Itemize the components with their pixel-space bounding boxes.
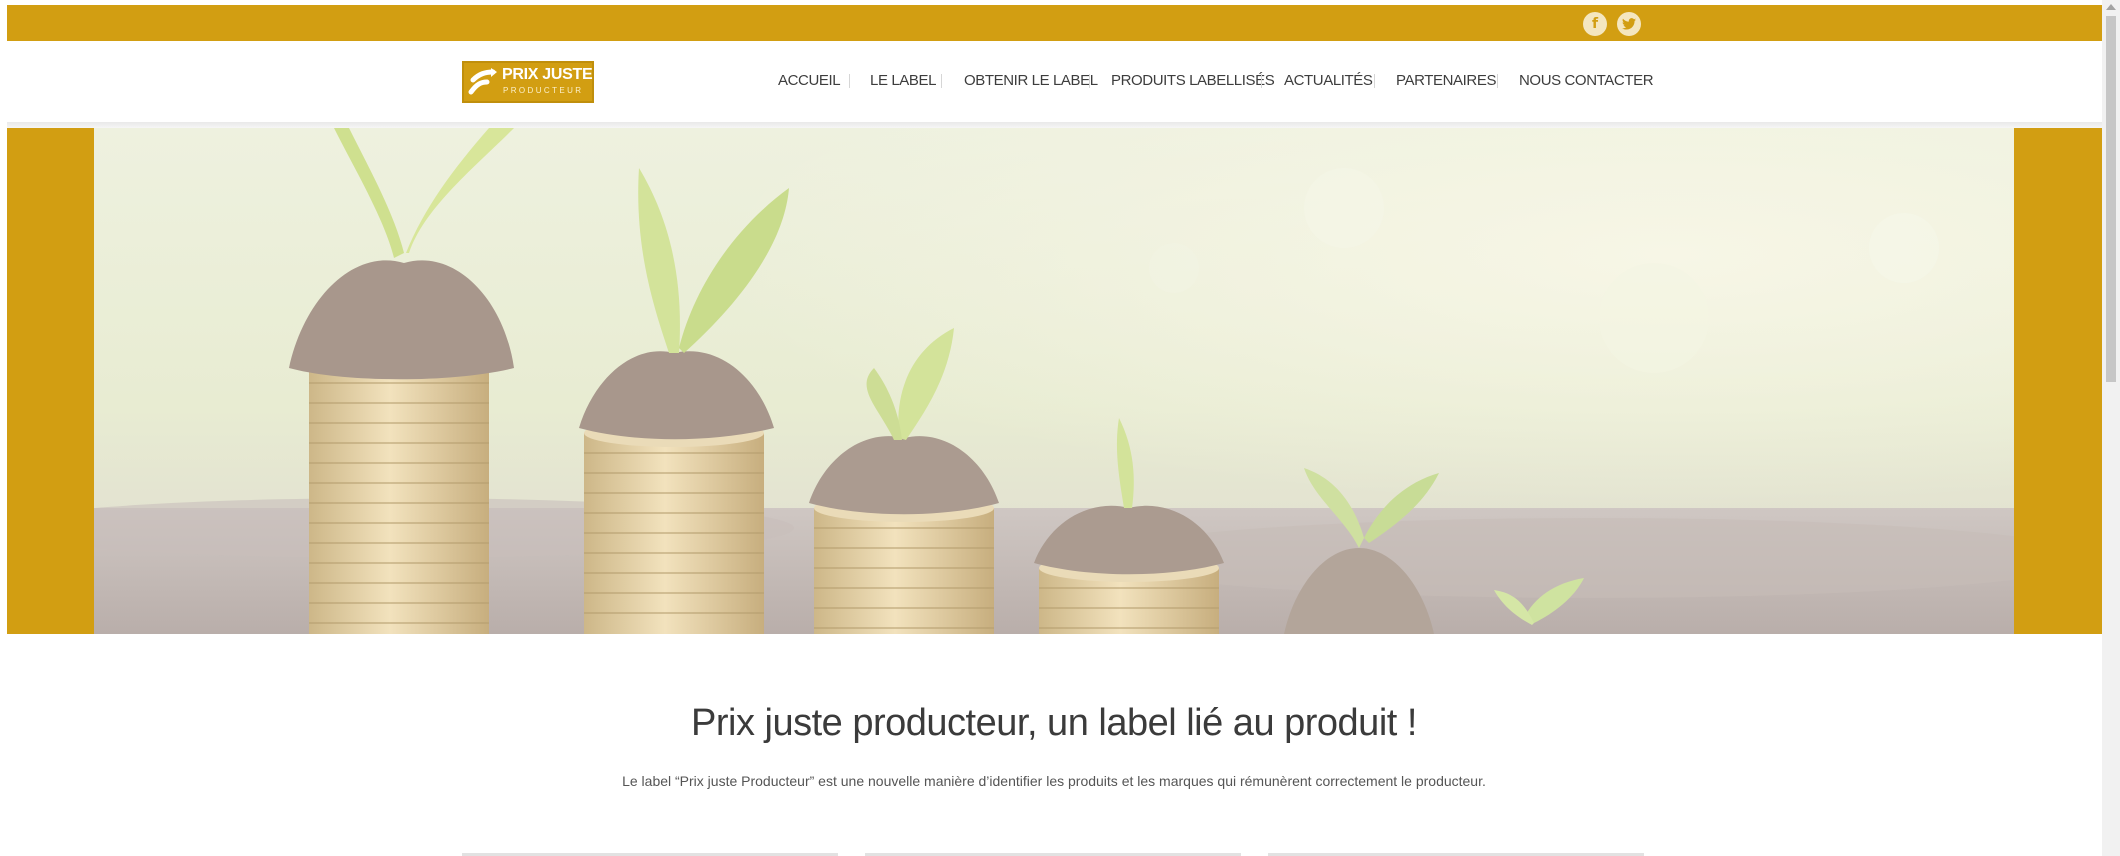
main-nav: ACCUEIL LE LABEL OBTENIR LE LABEL PRODUI… — [7, 41, 2102, 123]
scrollbar-thumb[interactable] — [2106, 16, 2116, 382]
nav-item-accueil[interactable]: ACCUEIL — [778, 71, 841, 91]
nav-separator — [1089, 74, 1090, 88]
site-header: PRIX JUSTE PRODUCTEUR ACCUEIL LE LABEL O… — [7, 41, 2102, 123]
nav-item-actualites[interactable]: ACTUALITÉS — [1284, 71, 1373, 91]
page-title: Prix juste producteur, un label lié au p… — [691, 702, 1417, 744]
hero-banner — [7, 128, 2102, 634]
scroll-up-icon[interactable] — [2106, 4, 2116, 10]
coins-plants-illustration — [94, 128, 2014, 634]
nav-item-produits-labellises[interactable]: PRODUITS LABELLISÉS — [1111, 71, 1275, 91]
nav-item-nous-contacter[interactable]: NOUS CONTACTER — [1519, 71, 1654, 91]
top-bar: f — [7, 5, 2102, 41]
nav-separator — [849, 74, 850, 88]
nav-separator — [1261, 74, 1262, 88]
page: f PRIX JUSTE PRODUCTEUR ACCUEIL LE LABEL… — [0, 0, 2120, 856]
nav-item-le-label[interactable]: LE LABEL — [870, 71, 936, 91]
vertical-scrollbar[interactable] — [2102, 0, 2120, 856]
facebook-glyph: f — [1591, 16, 1599, 32]
nav-item-obtenir-le-label[interactable]: OBTENIR LE LABEL — [964, 71, 1098, 91]
twitter-icon[interactable] — [1617, 12, 1641, 36]
nav-separator — [1497, 74, 1498, 88]
nav-separator — [1374, 74, 1375, 88]
hero-image — [94, 128, 2014, 634]
facebook-icon[interactable]: f — [1583, 12, 1607, 36]
nav-separator — [941, 74, 942, 88]
nav-item-partenaires[interactable]: PARTENAIRES — [1396, 71, 1496, 91]
intro-text: Le label “Prix juste Producteur” est une… — [622, 773, 1486, 789]
twitter-bird-glyph — [1622, 18, 1636, 30]
